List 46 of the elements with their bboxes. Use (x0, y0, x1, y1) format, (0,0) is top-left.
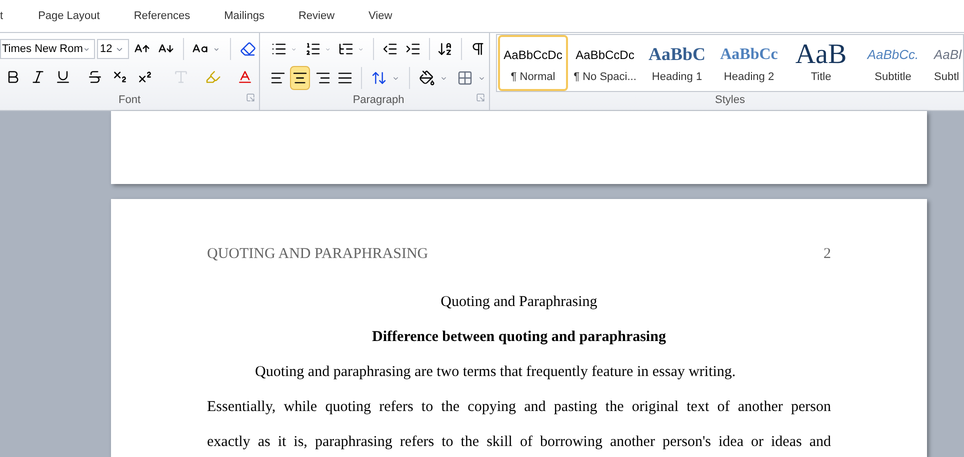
style-item[interactable]: AaBbCcDc ¶ Normal (498, 35, 568, 90)
style-name: Subtitle (874, 70, 912, 84)
style-name: Heading 2 (724, 70, 774, 84)
style-item[interactable]: AaBbCcDc ¶ No Spaci... (570, 35, 640, 90)
style-preview: AaBbCcDc (576, 46, 634, 64)
body-text-line: exactly as it is, paraphrasing refers to the skill of borrowing another person's idea or ideas and (207, 433, 831, 451)
style-item[interactable]: AaBl Subtl (930, 35, 963, 90)
font-name-field[interactable]: Times New Rom (0, 39, 95, 59)
style-name: ¶ No Spaci... (574, 70, 636, 84)
style-name: Heading 1 (652, 70, 702, 84)
document-title: Quoting and Paraphrasing (440, 293, 598, 311)
style-preview: AaB (795, 40, 847, 68)
style-name: ¶ Normal (510, 70, 556, 84)
page-number: 2 (824, 245, 831, 263)
group-label: Paragraph (352, 92, 404, 108)
style-item[interactable]: AaBbCc. Subtitle (858, 35, 928, 90)
style-name: Title (810, 70, 832, 84)
align-left-icon (270, 70, 286, 86)
align-button[interactable] (290, 66, 310, 90)
align-right-icon (314, 70, 331, 86)
font-size-field[interactable]: 12 (97, 39, 129, 59)
section-heading: Difference between quoting and paraphrasing (371, 328, 667, 346)
ribbon-tab[interactable]: t (0, 8, 22, 24)
running-head: QUOTING AND PARAPHRASING (207, 245, 428, 263)
font-size: 12 (100, 42, 112, 57)
style-preview: AaBbCc (720, 44, 778, 64)
ribbon-tab[interactable]: Review (281, 8, 352, 24)
ribbon-tab[interactable]: References (116, 8, 208, 24)
body-text-line: Quoting and paraphrasing are two terms that frequently feature in essay writing. (254, 363, 737, 381)
style-preview: AaBbCc. (867, 46, 919, 64)
font-name: Times New Rom (2, 42, 83, 57)
group-label: Styles (715, 92, 745, 108)
style-preview: AaBbCcDc (504, 46, 562, 64)
ribbon-tab[interactable]: Page Layout (21, 8, 117, 24)
style-item[interactable]: AaB Title (786, 35, 856, 90)
body-text-line: Essentially, while quoting refers to the copying and pasting the original text of another person (207, 398, 831, 416)
group-label: Font (118, 92, 140, 108)
style-name: Subtl (934, 70, 960, 84)
style-item[interactable]: AaBbC Heading 1 (642, 35, 712, 90)
ribbon-tab[interactable]: Mailings (207, 8, 282, 24)
style-preview: AaBbC (648, 43, 706, 66)
style-item[interactable]: AaBbCc Heading 2 (714, 35, 784, 90)
style-preview: AaBl (934, 46, 962, 64)
align-center-icon (292, 70, 308, 86)
justify-icon (336, 70, 353, 86)
ribbon-tab[interactable]: View (352, 8, 410, 24)
